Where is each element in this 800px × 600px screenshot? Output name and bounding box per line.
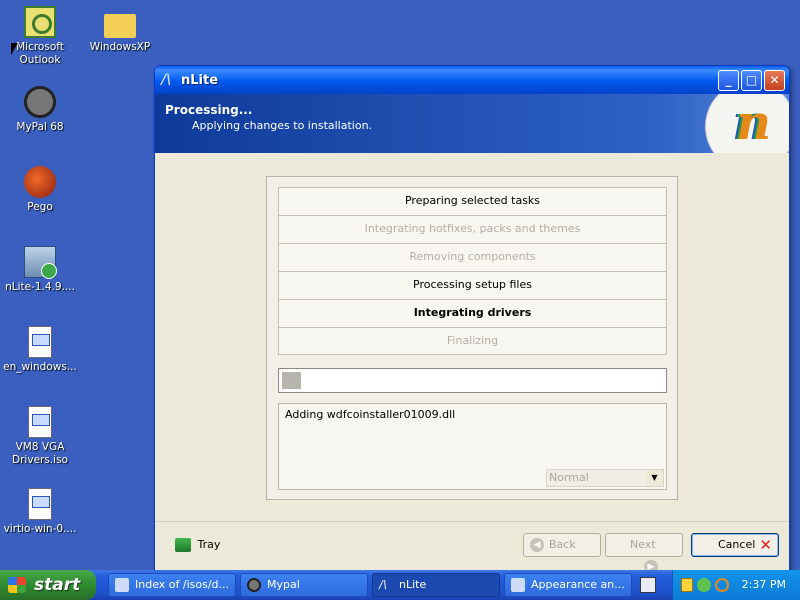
desktop-icon-en-windows[interactable]: en_windows... [0, 326, 80, 374]
wizard-header: Processing... Applying changes to instal… [155, 94, 789, 153]
desktop-icon-label: VM8 VGA Drivers.iso [12, 441, 68, 466]
priority-select-value: Normal [549, 471, 589, 484]
chevron-down-icon[interactable]: ▼ [646, 470, 663, 486]
next-label: Next [630, 538, 656, 551]
tray-icon [175, 538, 191, 552]
nlite-logo: n [693, 94, 789, 153]
clock[interactable]: 2:37 PM [742, 570, 786, 600]
task-step: Finalizing [278, 327, 667, 355]
log-box: Adding wdfcoinstaller01009.dll Normal ▼ [278, 403, 667, 490]
outlook-icon [24, 6, 56, 38]
network-icon[interactable] [697, 578, 711, 592]
nlite-icon: /\ [161, 72, 172, 88]
task-step-current: Integrating drivers [278, 299, 667, 327]
maximize-button[interactable]: □ [741, 69, 762, 91]
windows-logo-icon [8, 577, 26, 593]
header-title: Processing... [165, 103, 253, 117]
folder-icon [104, 14, 136, 38]
taskbar-item-label: Mypal [267, 578, 300, 591]
log-line: Adding wdfcoinstaller01009.dll [285, 408, 456, 421]
window-title: nLite [181, 72, 219, 88]
desktop-icon-vga-drivers[interactable]: VM8 VGA Drivers.iso [0, 406, 80, 467]
system-tray: 2:37 PM [672, 570, 800, 600]
appearance-icon [511, 578, 525, 592]
mypal-icon [24, 86, 56, 118]
nlite-window: /\ nLite _ □ ✕ Processing... Applying ch… [154, 65, 790, 572]
cancel-label: Cancel [718, 538, 756, 551]
security-shield-icon[interactable] [681, 578, 693, 592]
task-step: Integrating hotfixes, packs and themes [278, 215, 667, 243]
back-button[interactable]: ◀ Back [523, 533, 601, 557]
tray-button[interactable]: Tray [175, 538, 220, 552]
search-icon[interactable] [715, 578, 729, 592]
start-button[interactable]: start [0, 570, 96, 600]
priority-select[interactable]: Normal ▼ [546, 469, 664, 487]
desktop-icon-label: virtio-win-0.... [3, 523, 77, 535]
progress-bar [278, 368, 667, 393]
desktop-icon-label: MyPal 68 [16, 121, 64, 133]
close-button[interactable]: ✕ [764, 69, 785, 91]
desktop-icon-label: en_windows... [3, 361, 77, 373]
iso-icon [28, 326, 52, 358]
task-step: Processing setup files [278, 271, 667, 299]
desktop-icon-label: WindowsXP [89, 41, 151, 53]
back-label: Back [549, 538, 576, 551]
taskbar-item-appearance[interactable]: Appearance an... [504, 573, 632, 597]
close-icon: ✕ [759, 536, 772, 554]
task-step: Removing components [278, 243, 667, 271]
taskbar-item-label: Appearance an... [531, 578, 625, 591]
taskbar-item-label: nLite [399, 578, 427, 591]
minimize-button[interactable]: _ [718, 69, 739, 91]
pego-icon [24, 166, 56, 198]
back-arrow-icon: ◀ [530, 538, 544, 552]
next-button[interactable]: Next ▶ [605, 533, 683, 571]
taskbar-item-label: Index of /isos/d... [135, 578, 230, 591]
mouse-cursor [11, 43, 18, 55]
cancel-button[interactable]: Cancel ✕ [691, 533, 779, 557]
wizard-footer: Tray ◀ Back Next ▶ Cancel ✕ [155, 521, 789, 571]
task-list: Preparing selected tasks Integrating hot… [278, 187, 667, 355]
desktop-icon-windowsxp[interactable]: WindowsXP [80, 6, 160, 54]
task-step: Preparing selected tasks [278, 187, 667, 215]
taskbar: start Index of /isos/d... Mypal /\ nLite… [0, 570, 800, 600]
installer-icon [24, 246, 57, 279]
start-label: start [34, 575, 81, 595]
progress-fill [282, 372, 301, 389]
desktop-icon-nlite-installer[interactable]: nLite-1.4.9.... [0, 246, 80, 294]
desktop-icon-outlook[interactable]: Microsoft Outlook [0, 6, 80, 67]
desktop-icon-label: nLite-1.4.9.... [5, 281, 75, 293]
tray-label: Tray [197, 538, 221, 551]
nlite-icon: /\ [379, 578, 388, 591]
taskbar-item-browser[interactable]: Index of /isos/d... [108, 573, 236, 597]
header-subtitle: Applying changes to installation. [192, 119, 373, 132]
desktop-icon-mypal[interactable]: MyPal 68 [0, 86, 80, 134]
keyboard-icon[interactable] [640, 577, 656, 593]
taskbar-item-mypal[interactable]: Mypal [240, 573, 368, 597]
iso-icon [28, 406, 52, 438]
browser-icon [115, 578, 129, 592]
mypal-icon [247, 578, 261, 592]
desktop-icon-label: Pego [27, 201, 53, 213]
desktop-icon-pego[interactable]: Pego [0, 166, 80, 214]
taskbar-item-nlite[interactable]: /\ nLite [372, 573, 500, 597]
desktop-icon-virtio[interactable]: virtio-win-0.... [0, 488, 80, 536]
title-bar[interactable]: /\ nLite _ □ ✕ [155, 66, 789, 94]
processing-panel: Preparing selected tasks Integrating hot… [266, 176, 678, 500]
iso-icon [28, 488, 52, 520]
